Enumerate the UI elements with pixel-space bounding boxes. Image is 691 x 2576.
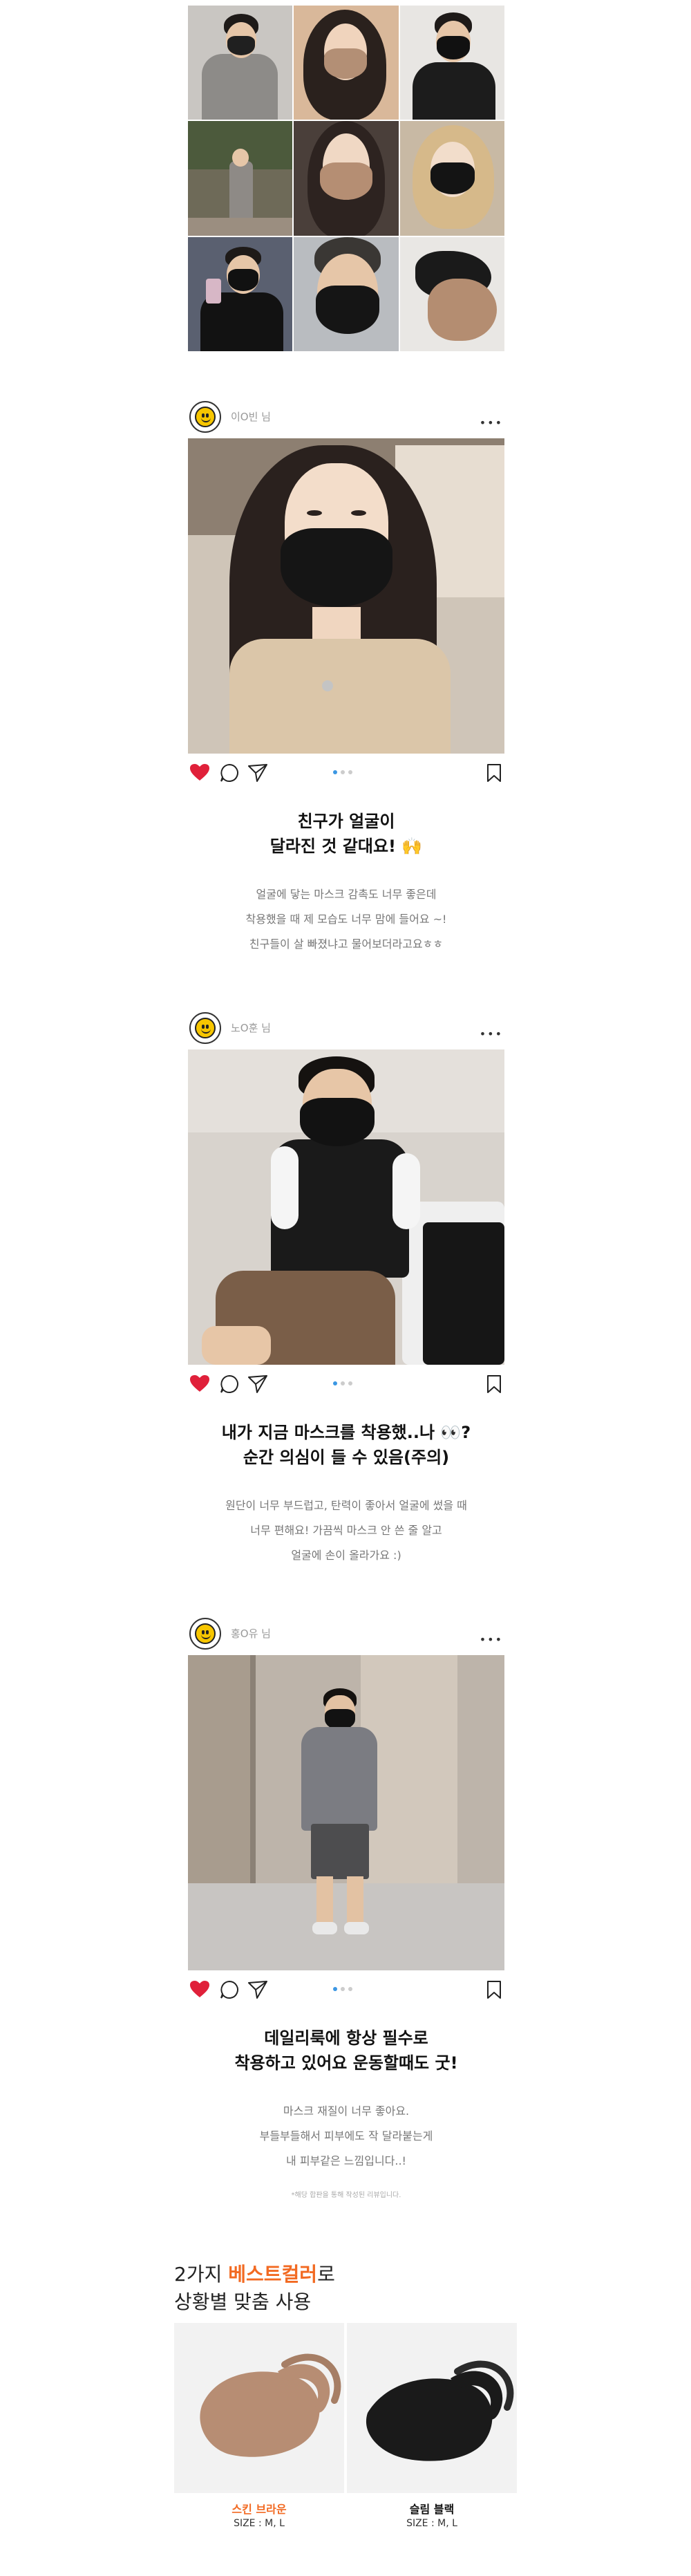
smiley-avatar-icon[interactable] bbox=[189, 1618, 221, 1650]
review-post-3: 홍O유 님 ••• 데일리룩에 항상 필수로 착용하고 있어요 운동할때도 굿!… bbox=[188, 1615, 504, 2182]
review-photo[interactable] bbox=[188, 1049, 504, 1365]
review-headline-line-2: 순간 의심이 들 수 있음(주의) bbox=[243, 1448, 450, 1467]
review-username[interactable]: 홍O유 님 bbox=[231, 1626, 271, 1641]
bookmark-icon[interactable] bbox=[486, 763, 502, 783]
heart-icon[interactable] bbox=[189, 1980, 210, 1998]
grid-photo-8[interactable] bbox=[294, 236, 399, 351]
review-body-line-3: 내 피부같은 느낌입니다..! bbox=[286, 2154, 406, 2167]
bookmark-icon[interactable] bbox=[486, 1980, 502, 1999]
post-header: 홍O유 님 ••• bbox=[188, 1615, 504, 1651]
review-body-line-3: 친구들이 살 빠졌냐고 물어보더라고요ㅎㅎ bbox=[249, 937, 444, 951]
skin-brown-size: SIZE : M, L bbox=[234, 2518, 285, 2529]
review-headline-line-1: 친구가 얼굴이 bbox=[297, 812, 395, 831]
carousel-dots bbox=[333, 1381, 352, 1385]
review-photo[interactable] bbox=[188, 438, 504, 754]
share-icon[interactable] bbox=[247, 1980, 268, 1999]
review-photo[interactable] bbox=[188, 1655, 504, 1970]
slim-black-mask-image bbox=[366, 2360, 514, 2461]
more-icon[interactable]: ••• bbox=[480, 1029, 503, 1040]
grid-photo-7[interactable] bbox=[188, 236, 293, 351]
best-color-accent: 베스트컬러 bbox=[228, 2263, 318, 2286]
smiley-avatar-icon[interactable] bbox=[189, 401, 221, 433]
color-title-line-1: 2가지 베스트컬러로 bbox=[174, 2263, 335, 2286]
review-body-line-1: 원단이 너무 부드럽고, 탄력이 좋아서 얼굴에 썼을 때 bbox=[225, 1499, 467, 1512]
grid-photo-2[interactable] bbox=[294, 6, 399, 120]
photo-grid bbox=[188, 6, 504, 351]
review-headline-line-1: 내가 지금 마스크를 착용했..나 👀? bbox=[221, 1423, 471, 1442]
review-headline-line-2: 착용하고 있어요 운동할때도 굿! bbox=[234, 2053, 458, 2073]
review-body-line-3: 얼굴에 손이 올라가요 :) bbox=[291, 1549, 401, 1562]
review-footnote: *해당 합판을 통해 작성된 리뷰입니다. bbox=[291, 2192, 401, 2199]
carousel-dots bbox=[333, 1987, 352, 1991]
slim-black-label: 슬림 블랙 bbox=[409, 2503, 455, 2516]
heart-icon[interactable] bbox=[189, 1374, 210, 1392]
review-body-line-2: 너무 편해요! 가끔씩 마스크 안 쓴 줄 알고 bbox=[250, 1524, 442, 1537]
grid-photo-5[interactable] bbox=[294, 121, 399, 236]
review-post-1: 이O빈 님 ••• 친구가 얼굴이 달라진 것 같대요! 🙌 얼굴에 닿는 마스… bbox=[188, 398, 504, 965]
skin-brown-swatch[interactable] bbox=[174, 2323, 344, 2493]
more-icon[interactable]: ••• bbox=[480, 418, 503, 429]
grid-photo-3[interactable] bbox=[399, 6, 504, 120]
color-section-title: 2가지 베스트컬러로 상황별 맞춤 사용 bbox=[174, 2261, 335, 2316]
grid-photo-9[interactable] bbox=[399, 236, 504, 351]
review-body-line-2: 부들부들해서 피부에도 작 달라붙는게 bbox=[259, 2129, 433, 2143]
review-headline-line-2: 달라진 것 같대요! 🙌 bbox=[269, 837, 423, 856]
review-username[interactable]: 노O훈 님 bbox=[231, 1020, 271, 1035]
heart-icon[interactable] bbox=[189, 763, 210, 781]
post-header: 노O훈 님 ••• bbox=[188, 1009, 504, 1045]
share-icon[interactable] bbox=[247, 763, 268, 783]
grid-photo-6[interactable] bbox=[399, 121, 504, 236]
post-actions bbox=[188, 760, 504, 784]
share-icon[interactable] bbox=[247, 1374, 268, 1394]
post-actions bbox=[188, 1977, 504, 2001]
grid-photo-4[interactable] bbox=[188, 121, 293, 236]
review-body-line-1: 마스크 재질이 너무 좋아요. bbox=[283, 2104, 410, 2118]
comment-icon[interactable] bbox=[220, 763, 239, 783]
skin-brown-mask-image bbox=[200, 2353, 341, 2457]
more-icon[interactable]: ••• bbox=[480, 1634, 503, 1645]
slim-black-size: SIZE : M, L bbox=[406, 2518, 457, 2529]
review-username[interactable]: 이O빈 님 bbox=[231, 409, 271, 424]
review-post-2: 노O훈 님 ••• 내가 지금 마스크를 착용했..나 👀? 순간 의심이 들 … bbox=[188, 1009, 504, 1576]
comment-icon[interactable] bbox=[220, 1980, 239, 1999]
grid-photo-1[interactable] bbox=[188, 6, 293, 120]
review-body-line-1: 얼굴에 닿는 마스크 감촉도 너무 좋은데 bbox=[256, 888, 437, 901]
review-body-line-2: 착용했을 때 제 모습도 너무 맘에 들어요 ~! bbox=[245, 913, 447, 926]
smiley-avatar-icon[interactable] bbox=[189, 1012, 221, 1044]
comment-icon[interactable] bbox=[220, 1374, 239, 1394]
skin-brown-label: 스킨 브라운 bbox=[231, 2503, 287, 2516]
post-actions bbox=[188, 1372, 504, 1395]
carousel-dots bbox=[333, 770, 352, 774]
review-headline-line-1: 데일리룩에 항상 필수로 bbox=[264, 2028, 428, 2048]
color-title-line-2: 상황별 맞춤 사용 bbox=[174, 2290, 312, 2313]
slim-black-swatch[interactable] bbox=[347, 2323, 517, 2493]
post-header: 이O빈 님 ••• bbox=[188, 398, 504, 434]
bookmark-icon[interactable] bbox=[486, 1374, 502, 1394]
